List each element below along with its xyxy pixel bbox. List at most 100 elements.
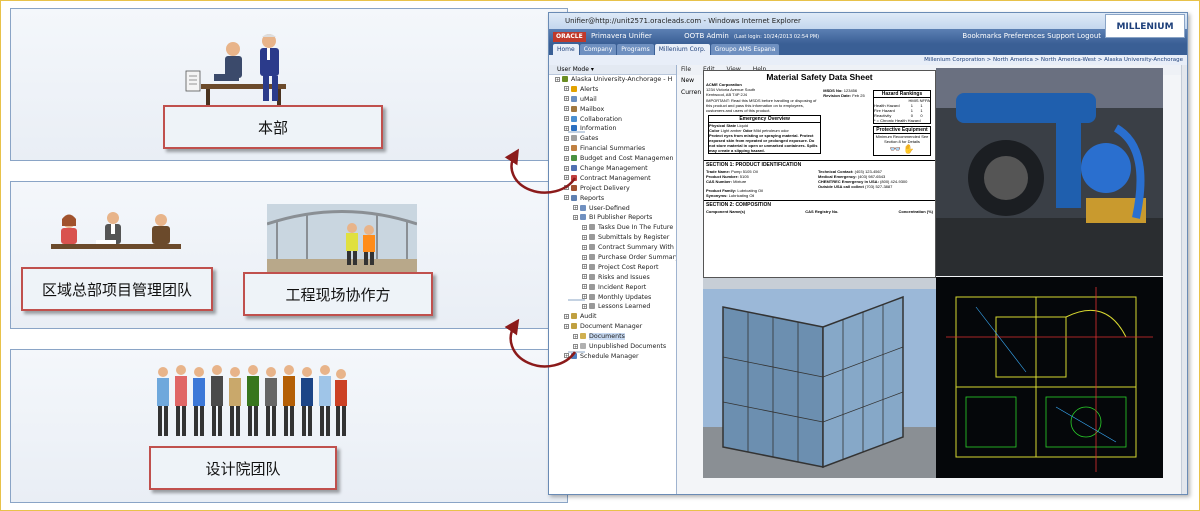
tree-node[interactable]: + Collaboration (549, 115, 676, 125)
window-title: Unifier@http://unit2571.oracleads.com - … (565, 17, 801, 25)
tree-node-label: Alaska University-Anchorage - H (571, 76, 673, 83)
tree-node-icon (571, 194, 577, 201)
chronic-note: * = Chronic Health Hazard (874, 118, 921, 123)
top-links[interactable]: Bookmarks Preferences Support Logout (962, 29, 1101, 44)
tree-node[interactable]: + Submittals by Register (549, 233, 676, 243)
expand-toggle-icon[interactable]: + (582, 303, 587, 309)
msds-important: IMPORTANT: Read this MSDS before handlin… (706, 98, 817, 113)
tree-node-label: uMail (580, 95, 597, 103)
expand-toggle-icon[interactable]: + (582, 294, 587, 300)
tree-node[interactable]: + Lessons Learned (549, 302, 676, 312)
tab-programs[interactable]: Programs (617, 44, 654, 55)
expand-toggle-icon[interactable]: + (582, 244, 587, 250)
expand-toggle-icon[interactable]: + (564, 106, 569, 112)
site-partner-label: 工程现场协作方 (243, 272, 433, 316)
section2-title: SECTION 2: COMPOSITION (704, 200, 935, 209)
user-name: OOTB Admin (684, 32, 729, 40)
expand-toggle-icon[interactable]: + (564, 116, 569, 122)
breadcrumb[interactable]: Millenium Corporation > North America > … (549, 55, 1187, 65)
tree-node[interactable]: + User-Defined (549, 204, 676, 214)
tree-node[interactable]: + Document Manager (549, 322, 676, 332)
outside-label: Outside USA call collect (818, 184, 864, 189)
tree-node[interactable]: + Purchase Order Summary (549, 253, 676, 263)
expand-toggle-icon[interactable]: + (564, 175, 569, 181)
expand-toggle-icon[interactable]: + (564, 125, 569, 131)
new-button[interactable]: New (681, 77, 694, 84)
app-name: Primavera Unifier (590, 32, 652, 40)
expand-toggle-icon[interactable]: + (582, 224, 587, 230)
tree-node[interactable]: + Contract Summary With Ac (549, 243, 676, 253)
tree-node[interactable]: + BI Publisher Reports (549, 213, 676, 223)
tree-node[interactable]: + Budget and Cost Managemen (549, 154, 676, 164)
expand-toggle-icon[interactable]: + (564, 86, 569, 92)
tree-node-label: User-Defined (589, 204, 630, 212)
tree-node[interactable]: + Reports (549, 194, 676, 204)
tree-node[interactable]: + Project Delivery (549, 184, 676, 194)
design-team-illustration (157, 365, 347, 436)
tree-node[interactable]: + Contract Management (549, 174, 676, 184)
scrollbar[interactable] (1181, 65, 1187, 494)
expand-toggle-icon[interactable]: + (564, 165, 569, 171)
expand-toggle-icon[interactable]: + (555, 76, 560, 82)
tree-node-label: Alerts (580, 85, 599, 93)
tree-node-label: Purchase Order Summary (598, 254, 676, 262)
tree-node[interactable]: + Unpublished Documents (549, 342, 676, 352)
concentration-label: Concentration (%) (898, 209, 933, 214)
tree-node[interactable]: + Project Cost Report (549, 263, 676, 273)
tree-node-icon (571, 323, 577, 330)
expand-toggle-icon[interactable]: + (564, 145, 569, 151)
hazard-nfpa: 0 (920, 113, 923, 118)
tree-node[interactable]: + Alerts (549, 85, 676, 95)
tree-node[interactable]: + Tasks Due In The Future (549, 223, 676, 233)
expand-toggle-icon[interactable]: + (582, 234, 587, 240)
expand-toggle-icon[interactable]: + (573, 205, 578, 211)
user-mode-dropdown[interactable]: User Mode ▾ (549, 65, 676, 75)
expand-toggle-icon[interactable]: + (564, 155, 569, 161)
tab-groupo[interactable]: Groupo AMS Espana (710, 44, 780, 55)
expand-toggle-icon[interactable]: + (582, 284, 587, 290)
expand-toggle-icon[interactable]: + (573, 333, 578, 339)
tree-node-icon (571, 115, 577, 122)
expand-toggle-icon[interactable]: + (564, 195, 569, 201)
expand-toggle-icon[interactable]: + (573, 214, 578, 220)
expand-toggle-icon[interactable]: + (582, 254, 587, 260)
tree-node[interactable]: + Information (549, 124, 676, 134)
tree-node-icon (589, 283, 595, 290)
tree-node[interactable]: + Alaska University-Anchorage - H (549, 75, 676, 85)
tree-node[interactable]: + Incident Report (549, 283, 676, 293)
expand-toggle-icon[interactable]: + (564, 96, 569, 102)
expand-toggle-icon[interactable]: + (564, 185, 569, 191)
revision-date: Feb 25 (852, 93, 865, 98)
tree-node-icon (580, 204, 586, 211)
tree-node[interactable]: + Risks and Issues (549, 273, 676, 283)
expand-toggle-icon[interactable]: + (564, 323, 569, 329)
design-panel: 设计院团队 (10, 349, 568, 503)
meeting-illustration (51, 212, 181, 249)
tree-node-icon (571, 135, 577, 142)
expand-toggle-icon[interactable]: + (582, 274, 587, 280)
tree-node[interactable]: + Gates (549, 134, 676, 144)
tree-node[interactable]: + uMail (549, 95, 676, 105)
expand-toggle-icon[interactable]: + (573, 343, 578, 349)
tree-node[interactable]: + Financial Summaries (549, 144, 676, 154)
outside-usa: (703) 527-3887 (865, 184, 893, 189)
tree-node[interactable]: + Mailbox (549, 105, 676, 115)
tree-node-label: Change Management (580, 165, 648, 173)
expand-toggle-icon[interactable]: + (564, 313, 569, 319)
tree-node[interactable]: + Change Management (549, 164, 676, 174)
tree-node[interactable]: + Monthly Updates (549, 293, 676, 303)
regional-team-label: 区域总部项目管理团队 (21, 267, 213, 311)
hazard-rows: Health Hazard 1 1 Fire Hazard 1 1 Reactivity 0 0 (874, 103, 930, 118)
menu-file[interactable]: File (681, 66, 691, 73)
expand-toggle-icon[interactable]: + (564, 135, 569, 141)
building-rendering (703, 277, 936, 478)
tree-node-icon (589, 234, 595, 241)
tab-home[interactable]: Home (553, 44, 579, 55)
expand-toggle-icon[interactable]: + (582, 264, 587, 270)
expand-toggle-icon[interactable]: + (564, 353, 569, 359)
tab-company[interactable]: Company (579, 44, 617, 55)
tree-node[interactable]: + Documents (549, 332, 676, 342)
tab-millenium[interactable]: Millenium Corp. (654, 44, 710, 55)
tree-node[interactable]: + Audit (549, 312, 676, 322)
tree-node[interactable]: + Schedule Manager (549, 352, 676, 362)
